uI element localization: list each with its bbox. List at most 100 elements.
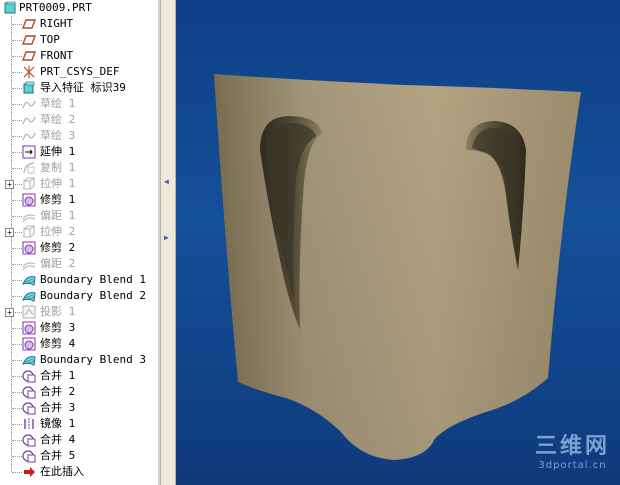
tree-item[interactable]: 修剪 4 <box>0 336 158 352</box>
tree-connector <box>12 136 22 137</box>
tree-item-label: 修剪 4 <box>40 337 76 350</box>
tree-item[interactable]: 合并 5 <box>0 448 158 464</box>
tree-connector <box>12 216 22 217</box>
tree-item-label: 草绘 3 <box>40 129 76 142</box>
tree-item-label: 复制 1 <box>40 161 76 174</box>
tree-connector <box>12 56 22 57</box>
tree-item-label: 合并 3 <box>40 401 76 414</box>
tree-item[interactable]: PRT_CSYS_DEF <box>0 64 158 80</box>
tree-connector <box>12 296 22 297</box>
tree-item[interactable]: Boundary Blend 3 <box>0 352 158 368</box>
tree-item[interactable]: TOP <box>0 32 158 48</box>
tree-item[interactable]: FRONT <box>0 48 158 64</box>
tree-connector <box>12 248 22 249</box>
offset-icon <box>22 209 36 223</box>
tree-connector <box>11 464 12 472</box>
tree-item[interactable]: 复制 1 <box>0 160 158 176</box>
tree-connector <box>12 264 22 265</box>
tree-item-label: 修剪 2 <box>40 241 76 254</box>
tree-item-label: 合并 5 <box>40 449 76 462</box>
tree-item[interactable]: + 拉伸 1 <box>0 176 158 192</box>
tree-item[interactable]: 合并 1 <box>0 368 158 384</box>
datum-plane-icon <box>21 49 37 63</box>
tree-connector <box>12 88 22 89</box>
tree-connector <box>12 40 22 41</box>
tree-item-label: Boundary Blend 3 <box>40 353 146 366</box>
boundary-blend-icon <box>22 289 36 303</box>
tree-item-label: FRONT <box>40 49 74 62</box>
tree-item[interactable]: 镜像 1 <box>0 416 158 432</box>
tree-item[interactable]: + 投影 1 <box>0 304 158 320</box>
tree-item-label: 拉伸 1 <box>40 177 76 190</box>
tree-item[interactable]: 延伸 1 <box>0 144 158 160</box>
merge-icon <box>22 433 36 447</box>
tree-connector <box>12 424 22 425</box>
tree-item[interactable]: 合并 3 <box>0 400 158 416</box>
tree-connector <box>12 120 22 121</box>
tree-item[interactable]: RIGHT <box>0 16 158 32</box>
extrude-icon <box>22 225 36 239</box>
sketch-icon <box>22 113 36 127</box>
tree-item[interactable]: Boundary Blend 1 <box>0 272 158 288</box>
csys-icon <box>22 65 36 79</box>
expand-right-icon[interactable]: ▶ <box>164 234 169 242</box>
tree-connector <box>12 104 22 105</box>
extrude-icon <box>22 177 36 191</box>
tree-root-label: PRT0009.PRT <box>19 1 92 14</box>
tree-item-label: Boundary Blend 2 <box>40 289 146 302</box>
tree-connector <box>12 408 22 409</box>
tree-item[interactable]: Boundary Blend 2 <box>0 288 158 304</box>
tree-item[interactable]: 偏距 1 <box>0 208 158 224</box>
tree-connector <box>12 456 22 457</box>
watermark-url: 3dportal.cn <box>538 460 607 471</box>
tree-root[interactable]: PRT0009.PRT <box>0 0 158 16</box>
tree-item[interactable]: 草绘 2 <box>0 112 158 128</box>
trim-icon <box>22 321 36 335</box>
tree-item-label: 草绘 2 <box>40 113 76 126</box>
graphics-viewport[interactable]: 三维网 3dportal.cn <box>176 0 620 485</box>
sketch-icon <box>22 129 36 143</box>
extend-icon <box>22 145 36 159</box>
tree-item-label: Boundary Blend 1 <box>40 273 146 286</box>
tree-item[interactable]: 导入特征 标识39 <box>0 80 158 96</box>
boundary-blend-icon <box>22 353 36 367</box>
tree-item-label: 合并 2 <box>40 385 76 398</box>
tree-item[interactable]: 草绘 1 <box>0 96 158 112</box>
tree-connector <box>12 200 22 201</box>
tree-item-label: 延伸 1 <box>40 145 76 158</box>
tree-item-label: 修剪 3 <box>40 321 76 334</box>
tree-item-label: 镜像 1 <box>40 417 76 430</box>
tree-item[interactable]: 偏距 2 <box>0 256 158 272</box>
merge-icon <box>22 401 36 415</box>
tree-item[interactable]: 修剪 2 <box>0 240 158 256</box>
expand-icon[interactable]: + <box>5 180 14 189</box>
tree-connector <box>12 440 22 441</box>
part-icon <box>3 1 17 15</box>
tree-item-label: 偏距 1 <box>40 209 76 222</box>
tree-item[interactable]: 修剪 1 <box>0 192 158 208</box>
sketch-icon <box>22 97 36 111</box>
surface-model <box>214 74 581 460</box>
tree-connector <box>12 472 22 473</box>
watermark: 三维网 3dportal.cn <box>535 428 610 471</box>
tree-item[interactable]: 合并 4 <box>0 432 158 448</box>
tree-item[interactable]: + 拉伸 2 <box>0 224 158 240</box>
tree-connector <box>12 392 22 393</box>
tree-item-label: RIGHT <box>40 17 74 30</box>
tree-item-label: 偏距 2 <box>40 257 76 270</box>
expand-icon[interactable]: + <box>5 228 14 237</box>
tree-item[interactable]: 在此插入 <box>0 464 158 480</box>
panel-splitter[interactable]: ◀ ▶ <box>160 0 176 485</box>
insert-here-icon <box>22 465 36 479</box>
tree-item-label: 合并 4 <box>40 433 76 446</box>
tree-item[interactable]: 合并 2 <box>0 384 158 400</box>
tree-item[interactable]: 修剪 3 <box>0 320 158 336</box>
tree-item-label: 拉伸 2 <box>40 225 76 238</box>
expand-icon[interactable]: + <box>5 308 14 317</box>
tree-item-label: TOP <box>40 33 60 46</box>
collapse-left-icon[interactable]: ◀ <box>164 178 169 186</box>
tree-item[interactable]: 草绘 3 <box>0 128 158 144</box>
offset-icon <box>22 257 36 271</box>
tree-item-label: PRT_CSYS_DEF <box>40 65 120 78</box>
tree-connector <box>12 344 22 345</box>
